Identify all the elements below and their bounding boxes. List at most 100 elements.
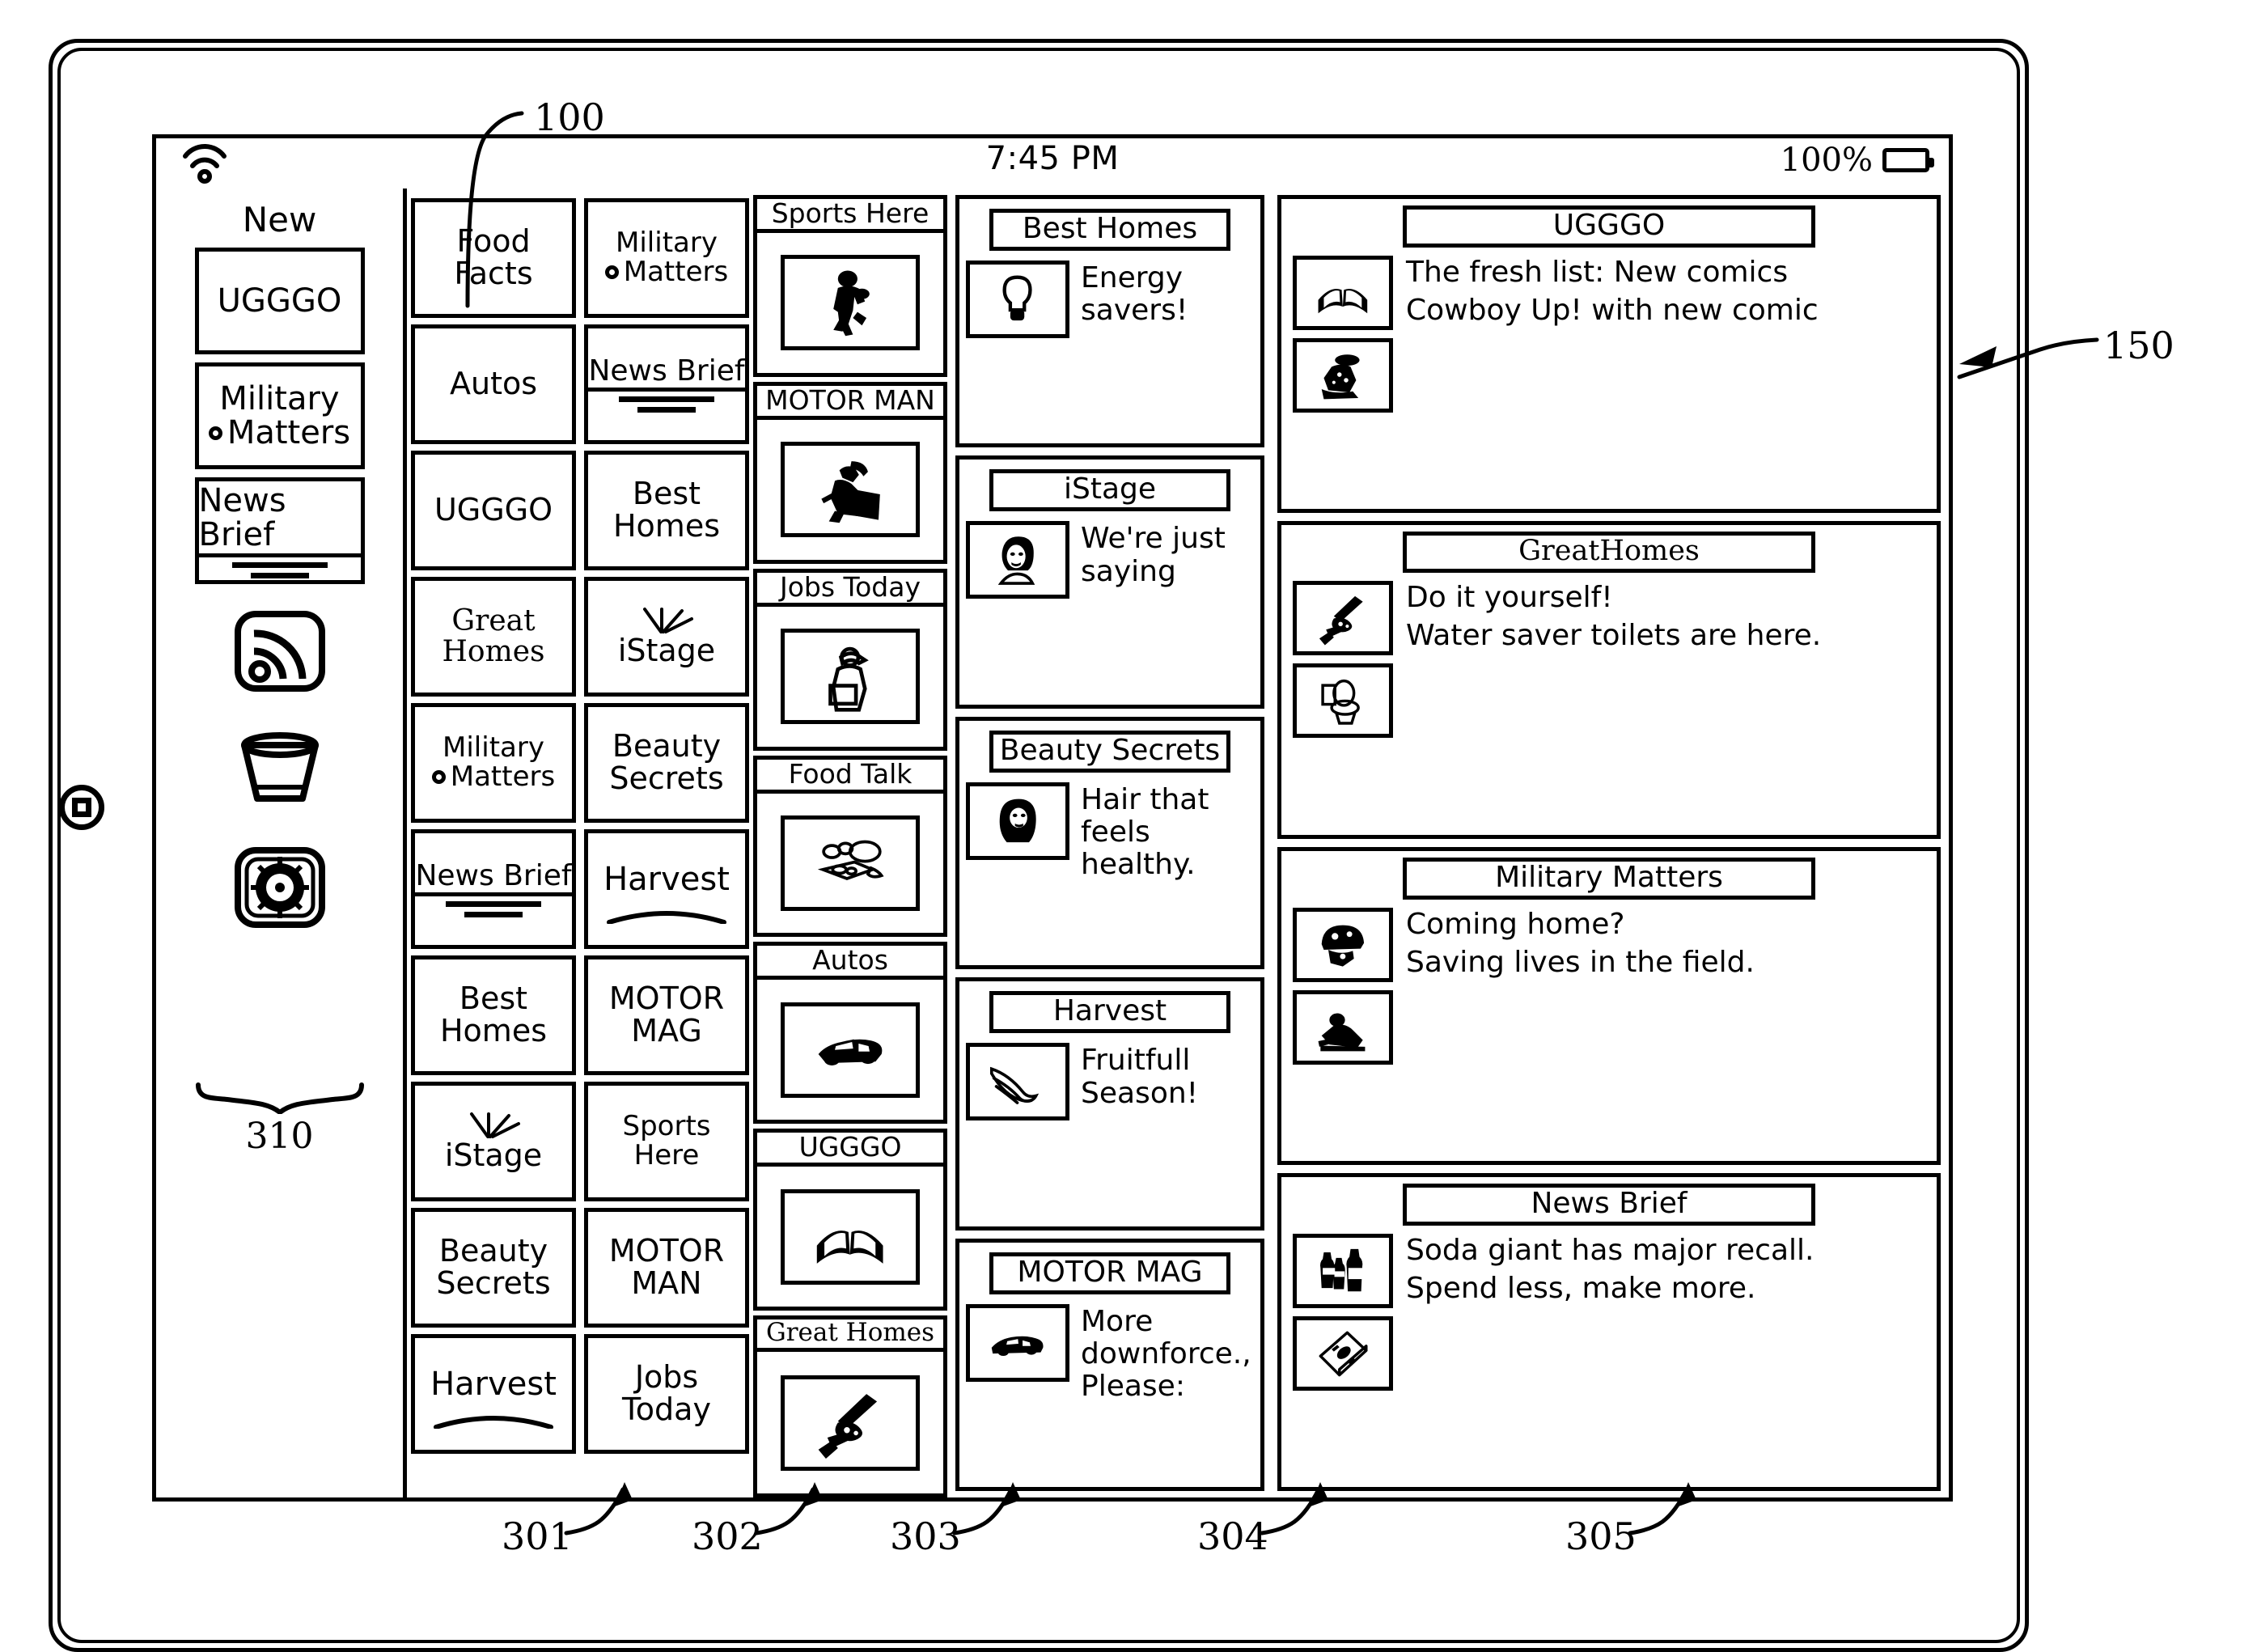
panel-item-text: Do it yourself! bbox=[1406, 581, 1613, 614]
headline-column-304: Best Homes Energy savers! iStage We're j… bbox=[947, 188, 1271, 1497]
panel-card-news-brief[interactable]: News Brief Soda giant has major recall. … bbox=[1277, 1173, 1941, 1491]
headline-card-header: MOTOR MAG bbox=[989, 1252, 1230, 1294]
headline-card-harvest[interactable]: Harvest Fruitfull Season! bbox=[955, 977, 1264, 1231]
tile-istage[interactable]: iStage bbox=[584, 577, 749, 697]
sidebar-card-military-matters[interactable]: Military Matters bbox=[194, 362, 365, 469]
sidebar-card-line2-row: Matters bbox=[208, 416, 350, 450]
istage-burst-icon bbox=[464, 1111, 523, 1140]
harvest-logo: Harvest bbox=[603, 862, 730, 925]
tile-ugggo[interactable]: UGGGO bbox=[411, 451, 576, 570]
hand-tool-icon bbox=[781, 1375, 920, 1471]
headline-card-istage[interactable]: iStage We're just saying bbox=[955, 455, 1264, 709]
headline-card-motor-mag[interactable]: MOTOR MAG More downforce., Please: bbox=[955, 1238, 1264, 1492]
sidebar-icon-group bbox=[156, 609, 403, 930]
sidebar-card-news-brief[interactable]: News Brief bbox=[194, 477, 365, 584]
panel-card-military-matters[interactable]: Military Matters Coming home? Saving liv… bbox=[1277, 847, 1941, 1165]
tile-line1: Great bbox=[451, 604, 536, 638]
tile-jobs-today[interactable]: Jobs Today bbox=[584, 1334, 749, 1454]
trash-icon[interactable] bbox=[233, 727, 327, 811]
istage-burst-icon bbox=[637, 606, 697, 635]
sidebar-card-label: UGGGO bbox=[217, 282, 342, 320]
headline-card-beauty-secrets[interactable]: Beauty Secrets Hair that feels healthy. bbox=[955, 716, 1264, 970]
harvest-logo: Harvest bbox=[430, 1367, 557, 1430]
pic-card-autos[interactable]: Autos bbox=[753, 942, 947, 1125]
panel-card-body: Do it yourself! Water saver toilets are … bbox=[1293, 581, 1937, 738]
reference-number-305: 305 bbox=[1565, 1514, 1637, 1558]
screen-content: New UGGGO Military Matters News Brief 31… bbox=[156, 188, 1949, 1498]
tile-food-facts[interactable]: Food Facts bbox=[411, 198, 576, 318]
pic-card-body bbox=[757, 607, 943, 747]
tile-news-brief[interactable]: News Brief bbox=[411, 829, 576, 949]
tile-line1: UGGGO bbox=[434, 492, 553, 528]
pic-card-jobs-today[interactable]: Jobs Today bbox=[753, 568, 947, 751]
panel-text-block: Do it yourself! Water saver toilets are … bbox=[1406, 581, 1821, 738]
tile-military-matters[interactable]: Military Matters bbox=[411, 703, 576, 823]
settings-gear-icon[interactable] bbox=[233, 845, 327, 930]
headline-text: Fruitfull Season! bbox=[1081, 1044, 1199, 1110]
pic-card-header: Sports Here bbox=[757, 199, 943, 233]
tile-best-homes[interactable]: Best Homes bbox=[584, 451, 749, 570]
tile-news-brief[interactable]: News Brief bbox=[584, 324, 749, 444]
headline-card-header: Beauty Secrets bbox=[989, 730, 1230, 773]
pic-card-ugggo[interactable]: UGGGO bbox=[753, 1129, 947, 1311]
hand-tool-icon bbox=[1293, 581, 1393, 655]
tile-best-homes[interactable]: Best Homes bbox=[411, 955, 576, 1075]
rss-icon[interactable] bbox=[233, 609, 327, 693]
headline-card-best-homes[interactable]: Best Homes Energy savers! bbox=[955, 195, 1264, 448]
tile-harvest[interactable]: Harvest bbox=[584, 829, 749, 949]
tile-beauty-secrets[interactable]: Beauty Secrets bbox=[584, 703, 749, 823]
pic-card-header: UGGGO bbox=[757, 1133, 943, 1167]
headline-card-header: iStage bbox=[989, 469, 1230, 512]
football-player-icon bbox=[781, 255, 920, 351]
tile-line2: Facts bbox=[454, 256, 533, 291]
tile-military-matters[interactable]: Military Matters bbox=[584, 198, 749, 318]
sidebar: New UGGGO Military Matters News Brief 31… bbox=[156, 188, 407, 1497]
battery-icon bbox=[1882, 148, 1934, 172]
panel-thumbnails bbox=[1293, 581, 1393, 738]
headline-row[interactable]: More downforce., Please: bbox=[966, 1303, 1260, 1404]
panel-text-block: Soda giant has major recall. Spend less,… bbox=[1406, 1234, 1814, 1391]
pic-card-motor-man[interactable]: MOTOR MAN bbox=[753, 381, 947, 564]
panel-thumbnails bbox=[1293, 256, 1393, 413]
headline-text: More downforce., Please: bbox=[1081, 1304, 1251, 1404]
pic-card-great-homes[interactable]: Great Homes bbox=[753, 1315, 947, 1498]
pic-card-sports-here[interactable]: Sports Here bbox=[753, 195, 947, 377]
tile-beauty-secrets[interactable]: Beauty Secrets bbox=[411, 1208, 576, 1328]
tile-line2: Today bbox=[622, 1391, 711, 1427]
pic-card-header: Autos bbox=[757, 946, 943, 981]
panel-card-ugggo[interactable]: UGGGO The fresh list: New comics Cowboy … bbox=[1277, 195, 1941, 513]
tile-motor-man[interactable]: MOTOR MAN bbox=[584, 1208, 749, 1328]
pic-card-food-talk[interactable]: Food Talk bbox=[753, 755, 947, 938]
home-button[interactable] bbox=[59, 785, 104, 830]
food-platter-icon bbox=[781, 815, 920, 911]
pic-card-header: Jobs Today bbox=[757, 573, 943, 607]
reference-number-304: 304 bbox=[1197, 1514, 1268, 1558]
headline-row[interactable]: Energy savers! bbox=[966, 261, 1260, 338]
tile-sports-here[interactable]: Sports Here bbox=[584, 1082, 749, 1201]
tile-great-homes[interactable]: Great Homes bbox=[411, 577, 576, 697]
tile-autos[interactable]: Autos bbox=[411, 324, 576, 444]
reference-number-150: 150 bbox=[2103, 324, 2174, 367]
pic-card-body bbox=[757, 980, 943, 1120]
circle-bullet-icon bbox=[431, 770, 446, 785]
sidebar-card-ugggo[interactable]: UGGGO bbox=[194, 248, 365, 354]
headline-row[interactable]: Fruitfull Season! bbox=[966, 1043, 1260, 1121]
pic-card-header: MOTOR MAN bbox=[757, 386, 943, 420]
headline-row[interactable]: We're just saying bbox=[966, 521, 1260, 599]
istage-logo: iStage bbox=[445, 1111, 542, 1172]
open-book-icon bbox=[781, 1188, 920, 1285]
news-brief-logo: News Brief bbox=[588, 355, 745, 413]
news-brief-logo: News Brief bbox=[415, 860, 572, 918]
underline-rule-1 bbox=[231, 561, 328, 568]
panel-card-greathomes[interactable]: GreatHomes Do it yourself! Water saver t… bbox=[1277, 521, 1941, 839]
tile-line1: iStage bbox=[617, 633, 716, 669]
tile-line1: Best bbox=[459, 981, 528, 1017]
tile-motor-mag[interactable]: MOTOR MAG bbox=[584, 955, 749, 1075]
harvest-arc-icon bbox=[433, 1403, 554, 1430]
panel-item-text: Soda giant has major recall. bbox=[1406, 1234, 1814, 1267]
tile-harvest[interactable]: Harvest bbox=[411, 1334, 576, 1454]
tile-line2: Homes bbox=[439, 1013, 548, 1048]
istage-logo: iStage bbox=[618, 606, 715, 667]
tile-istage[interactable]: iStage bbox=[411, 1082, 576, 1201]
headline-row[interactable]: Hair that feels healthy. bbox=[966, 782, 1260, 882]
